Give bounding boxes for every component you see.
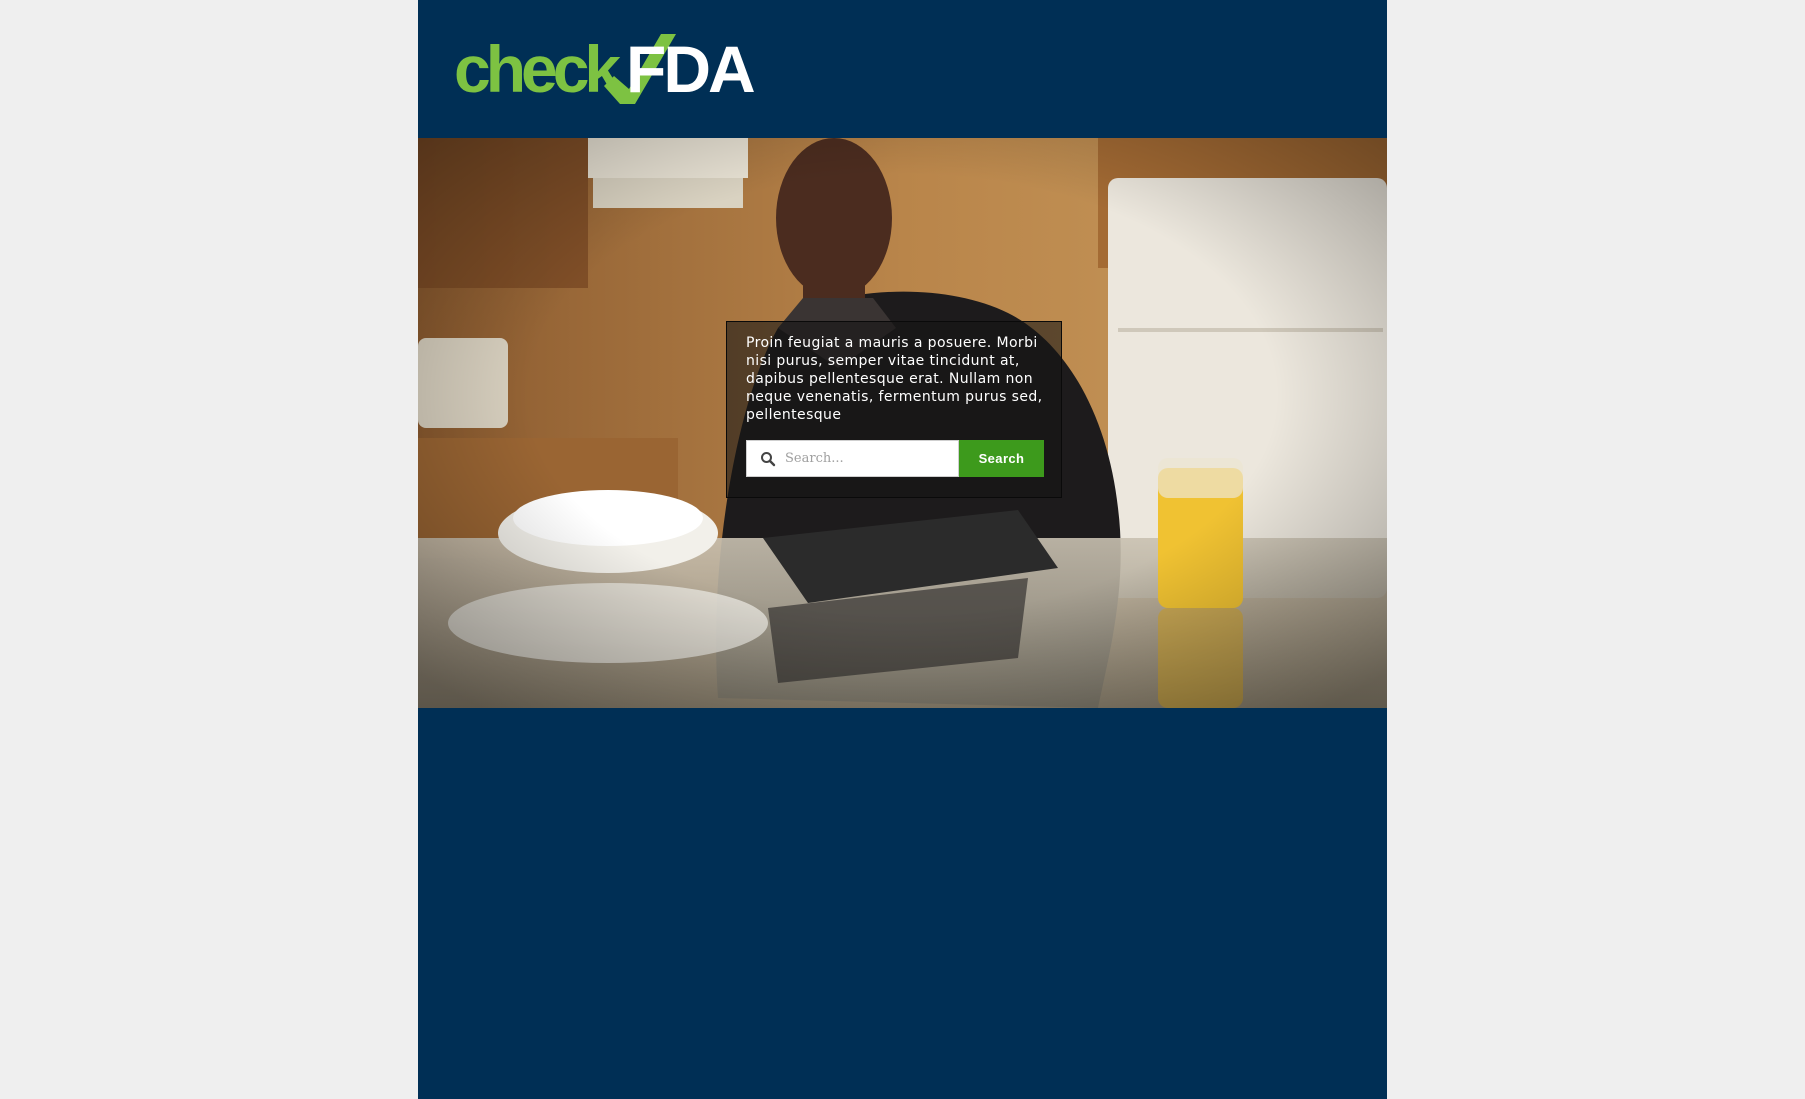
search-panel: Proin feugiat a mauris a posuere. Morbi …: [726, 321, 1062, 498]
search-icon: [761, 452, 776, 467]
hero-banner: Proin feugiat a mauris a posuere. Morbi …: [418, 138, 1387, 708]
site-header: check FDA: [418, 0, 1387, 138]
search-field[interactable]: [746, 440, 959, 477]
checkfda-logo[interactable]: check FDA: [454, 34, 754, 104]
search-input[interactable]: [785, 446, 950, 471]
search-form: Search: [746, 440, 1044, 477]
search-button[interactable]: Search: [959, 440, 1044, 477]
page-container: check FDA Proin feugiat a mauris a posue…: [418, 0, 1387, 1099]
hero-blurb: Proin feugiat a mauris a posuere. Morbi …: [746, 335, 1043, 423]
logo-fda-text: FDA: [626, 34, 754, 104]
logo-check-text: check: [454, 34, 621, 104]
